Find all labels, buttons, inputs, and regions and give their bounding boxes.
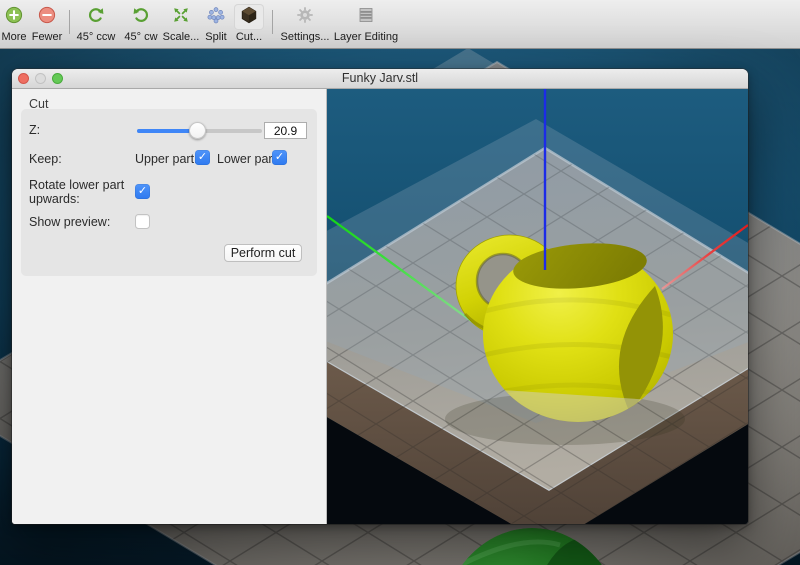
rotate-lower-checkbox[interactable] [135, 184, 150, 199]
screen: More Fewer 45° ccw 45° cw Scale... [0, 0, 800, 565]
upper-part-label: Upper part: [135, 152, 198, 166]
model-3d-viewport[interactable] [327, 89, 748, 524]
lower-part-checkbox[interactable] [272, 150, 287, 165]
show-preview-checkbox[interactable] [135, 214, 150, 229]
z-value-field[interactable] [264, 122, 307, 139]
cut-dialog-window: Funky Jarv.stl Cut Z: Keep: Upper part: … [12, 69, 748, 524]
viewport-canvas [327, 89, 748, 524]
show-preview-label: Show preview: [29, 215, 110, 229]
toolbar-button-layer-editing[interactable]: Layer Editing [325, 4, 407, 46]
rotate-cw-icon [126, 4, 156, 30]
toolbar: More Fewer 45° ccw 45° cw Scale... [0, 0, 800, 49]
toolbar-label-cut: Cut... [221, 31, 277, 43]
z-slider-thumb[interactable] [189, 122, 206, 139]
layers-icon [351, 4, 381, 30]
cut-panel: Cut Z: Keep: Upper part: Lower part: Rot… [12, 89, 327, 524]
perform-cut-button[interactable]: Perform cut [224, 244, 302, 262]
minus-circle-icon [32, 4, 62, 30]
z-label: Z: [29, 123, 40, 137]
upper-part-checkbox[interactable] [195, 150, 210, 165]
lower-part-label: Lower part: [217, 152, 280, 166]
keep-label: Keep: [29, 152, 62, 166]
toolbar-button-cut[interactable]: Cut... [221, 4, 277, 46]
rotate-lower-label: Rotate lower part upwards: [29, 178, 131, 206]
cut-hexagon-icon [234, 4, 264, 30]
gear-icon [290, 4, 320, 30]
z-slider-fill [137, 129, 190, 133]
title-bar[interactable]: Funky Jarv.stl [12, 69, 748, 89]
window-title: Funky Jarv.stl [12, 69, 748, 88]
toolbar-label-layer-editing: Layer Editing [325, 31, 407, 43]
toolbar-separator [272, 10, 273, 34]
cut-groupbox: Z: Keep: Upper part: Lower part: Rotate … [21, 109, 317, 276]
rotate-ccw-icon [81, 4, 111, 30]
